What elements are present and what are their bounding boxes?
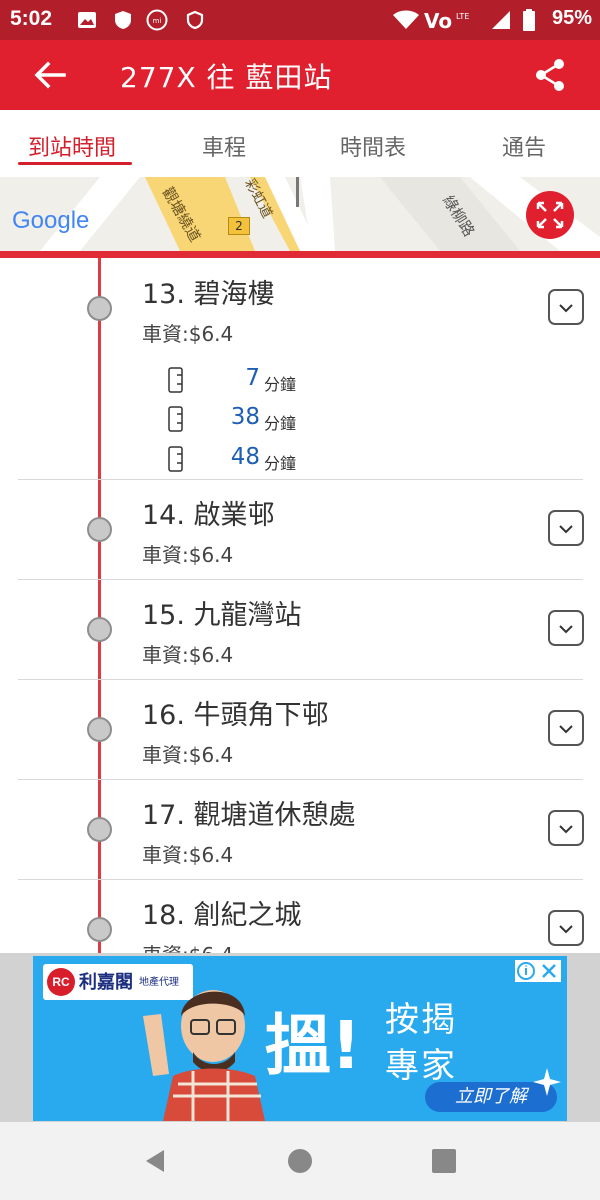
map-view[interactable]: 觀塘繞道 彩虹道 綠柳路 2 Google (0, 177, 600, 251)
image-icon (78, 12, 96, 28)
ad-choices-icon[interactable] (515, 960, 561, 982)
stop-name: 14. 啟業邨 (142, 500, 275, 531)
ad-brand-name: 利嘉閣 (79, 972, 133, 993)
stop-dot (87, 617, 112, 642)
status-time: 5:02 (10, 7, 53, 30)
nav-home-icon[interactable] (287, 1148, 313, 1174)
eta-unit: 分鐘 (264, 375, 297, 394)
shield-icon (115, 11, 131, 29)
tab-arrival-time[interactable]: 到站時間 (28, 130, 116, 162)
stop-fare: 車資:$6.4 (142, 743, 234, 767)
tab-bar: 到站時間 車程 時間表 通告 (0, 110, 600, 177)
stop-dot (87, 717, 112, 742)
eta-unit: 分鐘 (264, 454, 297, 473)
battery-icon (523, 9, 535, 31)
svg-text:LTE: LTE (456, 12, 469, 21)
expand-chevron-icon[interactable] (548, 510, 584, 546)
expand-map-icon[interactable] (526, 191, 574, 239)
map-route-badge: 2 (228, 217, 250, 235)
eta-row: 48 分鐘 (168, 444, 368, 474)
stop-fare: 車資:$6.4 (142, 543, 234, 567)
wifi-icon (393, 10, 419, 29)
ad-cartoon-man-illustration (143, 990, 265, 1121)
stop-dot (87, 517, 112, 542)
ad-banner-container: RC 利嘉閣 地產代理 搵! 按揭 專家 立即了解 (0, 953, 600, 1122)
stop-dot (87, 917, 112, 942)
map-divider (0, 251, 600, 258)
stop-fare: 車資:$6.4 (142, 843, 234, 867)
stop-name: 17. 觀塘道休憩處 (142, 800, 356, 831)
tab-timetable[interactable]: 時間表 (340, 130, 406, 162)
stop-name: 16. 牛頭角下邨 (142, 700, 329, 731)
stop-fare: 車資:$6.4 (142, 322, 234, 346)
stop-name: 13. 碧海樓 (142, 279, 275, 310)
eta-minutes: 38 (230, 404, 260, 430)
expand-chevron-icon[interactable] (548, 810, 584, 846)
stop-name: 15. 九龍灣站 (142, 600, 302, 631)
bus-icon (168, 367, 183, 393)
eta-minutes: 7 (245, 365, 260, 391)
tab-journey[interactable]: 車程 (202, 130, 246, 162)
eta-row: 7 分鐘 (168, 365, 368, 395)
nav-back-icon[interactable] (142, 1148, 168, 1174)
stop-fare: 車資:$6.4 (142, 939, 233, 953)
expand-chevron-icon[interactable] (548, 910, 584, 946)
stop-dot (87, 296, 112, 321)
ad-big-character: 搵! (265, 1007, 362, 1084)
google-logo: Google (12, 207, 90, 234)
mi-app-icon: mi (146, 9, 168, 31)
ad-banner[interactable]: RC 利嘉閣 地產代理 搵! 按揭 專家 立即了解 (33, 956, 567, 1121)
expand-chevron-icon[interactable] (548, 610, 584, 646)
rc-logo-icon: RC (47, 968, 75, 996)
stop-dot (87, 817, 112, 842)
signal-icon (492, 11, 510, 29)
stop-item[interactable]: 16. 牛頭角下邨 車資:$6.4 (0, 680, 600, 780)
map-pin-icon (290, 177, 304, 207)
nav-recents-icon[interactable] (431, 1148, 457, 1174)
stop-list[interactable]: 13. 碧海樓 車資:$6.4 7 分鐘 38 分鐘 48 分鐘 14. 啟業邨… (0, 258, 600, 953)
stop-name: 18. 創紀之城 (142, 900, 302, 931)
eta-row: 38 分鐘 (168, 404, 368, 434)
stop-fare: 車資:$6.4 (142, 643, 234, 667)
ad-slogan-line-2: 專家 (385, 1046, 457, 1086)
expand-chevron-icon[interactable] (548, 289, 584, 325)
app-bar: 277X 往 藍田站 (0, 40, 600, 110)
back-arrow-icon[interactable] (30, 55, 70, 95)
vpn-shield-outline-icon (186, 10, 204, 30)
route-title: 277X 往 藍田站 (120, 61, 333, 94)
battery-percent: 95% (551, 7, 592, 29)
active-tab-indicator (18, 162, 132, 165)
svg-text:mi: mi (153, 17, 162, 25)
eta-unit: 分鐘 (264, 414, 297, 433)
ad-slogan-line-1: 按揭 (385, 1000, 457, 1040)
volte-icon: Vo LTE (424, 9, 469, 31)
tab-notices[interactable]: 通告 (502, 130, 546, 162)
expand-chevron-icon[interactable] (548, 710, 584, 746)
stop-item[interactable]: 14. 啟業邨 車資:$6.4 (0, 480, 600, 580)
bus-icon (168, 406, 183, 432)
stop-item[interactable]: 13. 碧海樓 車資:$6.4 7 分鐘 38 分鐘 48 分鐘 (0, 258, 600, 480)
stop-item[interactable]: 18. 創紀之城 車資:$6.4 (0, 880, 600, 953)
svg-text:Vo: Vo (424, 9, 452, 31)
status-bar: 5:02 mi Vo LTE 95% (0, 0, 600, 40)
eta-minutes: 48 (230, 444, 260, 470)
sparkle-icon (533, 1068, 561, 1096)
bus-icon (168, 446, 183, 472)
system-nav-bar (0, 1122, 600, 1200)
share-icon[interactable] (534, 58, 566, 92)
stop-item[interactable]: 15. 九龍灣站 車資:$6.4 (0, 580, 600, 680)
stop-item[interactable]: 17. 觀塘道休憩處 車資:$6.4 (0, 780, 600, 880)
